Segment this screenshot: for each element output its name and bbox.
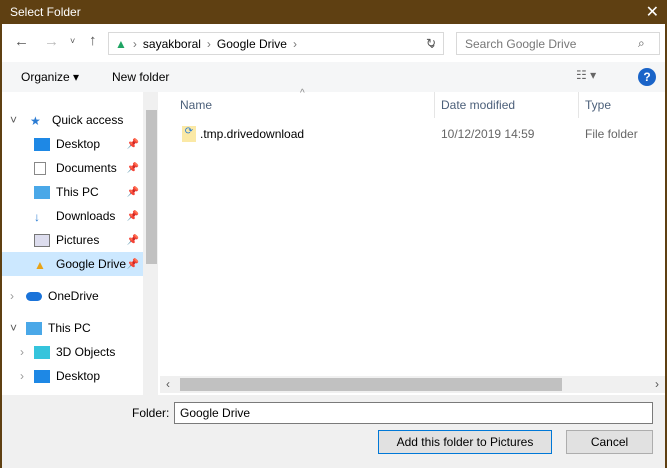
scroll-left-icon[interactable]: ‹ [166, 377, 170, 391]
tree-this-pc[interactable]: ˅ This PC [2, 316, 143, 340]
folder-input[interactable]: Google Drive [174, 402, 653, 424]
desktop-icon [34, 137, 50, 151]
help-icon[interactable]: ? [638, 68, 656, 86]
add-folder-button[interactable]: Add this folder to Pictures [378, 430, 552, 454]
cancel-button[interactable]: Cancel [566, 430, 653, 454]
label: Desktop [56, 137, 101, 151]
file-row[interactable]: ⟳ .tmp.drivedownload 10/12/2019 14:59 Fi… [160, 124, 665, 146]
pin-icon[interactable]: 📌 [127, 139, 139, 150]
label: Downloads [56, 209, 116, 223]
close-button[interactable]: ✕ [646, 2, 659, 22]
sort-arrow-icon: ^ [300, 88, 305, 99]
breadcrumb-sayakboral[interactable]: sayakboral [143, 37, 201, 51]
refresh-icon[interactable]: ↻ [426, 36, 436, 50]
forward-button[interactable]: → [44, 33, 59, 50]
tree-item-desktop[interactable]: Desktop 📌 [2, 132, 143, 156]
tree-item-pictures[interactable]: Pictures 📌 [2, 228, 143, 252]
column-divider[interactable] [434, 92, 435, 118]
tree-scroll-thumb[interactable] [146, 110, 157, 264]
tree-pc-desktop[interactable]: › Desktop [2, 364, 143, 388]
window-title: Select Folder [10, 5, 81, 19]
tree-item-downloads[interactable]: ↓ Downloads 📌 [2, 204, 143, 228]
desktop-icon [34, 369, 50, 383]
label: OneDrive [48, 289, 99, 303]
label: This PC [48, 321, 91, 335]
star-icon: ★ [30, 113, 41, 128]
file-name: .tmp.drivedownload [200, 127, 305, 141]
documents-icon [34, 161, 46, 175]
google-drive-icon: ▲ [34, 257, 46, 272]
label: 3D Objects [56, 345, 116, 359]
label: This PC [56, 185, 99, 199]
recent-dropdown[interactable]: ˅ [70, 36, 75, 46]
pin-icon[interactable]: 📌 [127, 187, 139, 198]
search-icon: ⌕ [638, 36, 645, 50]
search-input[interactable]: Search Google Drive [456, 32, 660, 55]
up-button[interactable]: ↑ [89, 32, 97, 49]
file-list: Name ^ Date modified Type ⟳ .tmp.drivedo… [160, 88, 665, 395]
download-icon: ↓ [34, 209, 40, 224]
tree-onedrive[interactable]: › OneDrive [2, 284, 143, 308]
horizontal-scroll-thumb[interactable] [180, 378, 562, 391]
label: Pictures [56, 233, 100, 247]
tree-item-documents[interactable]: Documents 📌 [2, 156, 143, 180]
view-options-icon[interactable]: ☷ ▾ [576, 68, 596, 82]
computer-icon [34, 185, 50, 199]
column-type[interactable]: Type [585, 98, 611, 112]
tree-item-google-drive[interactable]: ▲ Google Drive 📌 [2, 252, 143, 276]
sync-folder-icon: ⟳ [182, 126, 196, 142]
label: Desktop [56, 369, 101, 383]
pin-icon[interactable]: 📌 [127, 211, 139, 222]
address-bar[interactable]: ▲ › sayakboral › Google Drive › ⌄ [108, 32, 444, 55]
pictures-icon [34, 233, 50, 247]
dialog-body: ← → ˅ ↑ ▲ › sayakboral › Google Drive › … [2, 24, 665, 468]
3d-objects-icon [34, 345, 50, 359]
navigation-pane: ˅ ★ Quick access Desktop 📌 Documents 📌 This … [2, 92, 158, 395]
computer-icon [26, 321, 42, 335]
tree-3d-objects[interactable]: › 3D Objects [2, 340, 143, 364]
cloud-icon [26, 291, 42, 301]
label: Google Drive [56, 257, 127, 271]
column-date-modified[interactable]: Date modified [441, 98, 515, 112]
back-button[interactable]: ← [14, 33, 29, 50]
pin-icon[interactable]: 📌 [127, 163, 139, 174]
label: Quick access [52, 113, 124, 127]
organize-button[interactable]: Organize ▾ [21, 70, 79, 84]
tree-quick-access[interactable]: ˅ ★ Quick access [2, 108, 143, 132]
file-type: File folder [585, 127, 638, 141]
folder-label: Folder: [132, 406, 170, 420]
tree-item-this-pc[interactable]: This PC 📌 [2, 180, 143, 204]
google-drive-icon: ▲ [115, 36, 127, 51]
toolbar: Organize ▾ New folder ☷ ▾ ? [2, 62, 665, 92]
column-name[interactable]: Name [180, 98, 212, 112]
scroll-right-icon[interactable]: › [655, 377, 659, 391]
column-divider[interactable] [578, 92, 579, 118]
file-date: 10/12/2019 14:59 [441, 127, 535, 141]
navigation-bar: ← → ˅ ↑ ▲ › sayakboral › Google Drive › … [2, 24, 665, 62]
pin-icon[interactable]: 📌 [127, 259, 139, 270]
label: Documents [56, 161, 117, 175]
new-folder-button[interactable]: New folder [112, 70, 169, 84]
pin-icon[interactable]: 📌 [127, 235, 139, 246]
breadcrumb-google-drive[interactable]: Google Drive [217, 37, 287, 51]
